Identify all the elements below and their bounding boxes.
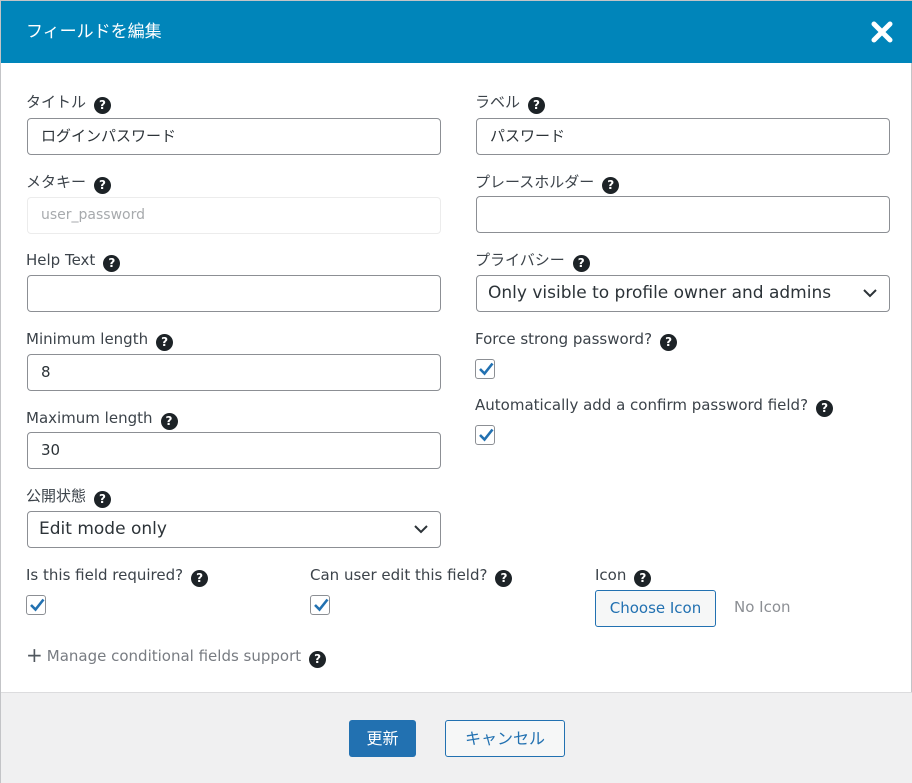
help-icon[interactable]: ? — [816, 400, 834, 417]
force-strong-checkbox[interactable] — [475, 359, 495, 379]
placeholder-label: プレースホルダー? — [475, 172, 620, 194]
required-label: Is this field required?? — [26, 565, 209, 587]
meta-key-input: user_password — [27, 197, 441, 234]
max-length-input[interactable]: 30 — [27, 432, 441, 469]
chevron-down-icon — [863, 289, 877, 298]
help-icon[interactable]: ? — [309, 651, 327, 668]
auto-confirm-checkbox[interactable] — [475, 425, 495, 445]
edit-field-modal: フィールドを編集 タイトル? ログインパスワード メタキー? user_pass… — [0, 0, 912, 783]
check-icon — [479, 428, 494, 442]
help-icon[interactable]: ? — [602, 177, 620, 194]
visibility-label-text: 公開状態 — [26, 487, 87, 505]
min-length-label: Minimum length? — [26, 329, 174, 351]
privacy-selected: Only visible to profile owner and admins — [488, 283, 832, 303]
visibility-select[interactable]: Edit mode only — [27, 511, 441, 548]
help-icon[interactable]: ? — [94, 97, 112, 114]
manage-conditional-link[interactable]: + Manage conditional fields support? — [26, 643, 327, 668]
title-label: タイトル? — [26, 92, 112, 114]
title-input[interactable]: ログインパスワード — [27, 118, 441, 155]
help-icon[interactable]: ? — [634, 570, 652, 587]
force-strong-label: Force strong password?? — [475, 329, 678, 351]
modal-header: フィールドを編集 — [1, 1, 912, 63]
label-label-text: ラベル — [475, 93, 521, 111]
modal-title: フィールドを編集 — [26, 22, 162, 42]
force-strong-label-text: Force strong password? — [475, 330, 653, 348]
help-icon[interactable]: ? — [94, 177, 112, 194]
help-text-input[interactable] — [27, 275, 441, 312]
check-icon — [479, 362, 494, 376]
plus-icon: + — [26, 643, 43, 667]
editable-label: Can user edit this field?? — [310, 565, 513, 587]
help-icon[interactable]: ? — [572, 255, 590, 272]
required-label-text: Is this field required? — [26, 566, 184, 584]
manage-conditional-text: Manage conditional fields support — [46, 647, 302, 665]
privacy-label-text: プライバシー — [475, 251, 565, 269]
editable-label-text: Can user edit this field? — [310, 566, 488, 584]
help-icon[interactable]: ? — [94, 491, 112, 508]
meta-key-label: メタキー? — [26, 172, 112, 194]
auto-confirm-label: Automatically add a confirm password fie… — [475, 395, 834, 417]
choose-icon-button[interactable]: Choose Icon — [595, 590, 716, 627]
min-length-label-text: Minimum length — [26, 330, 149, 348]
visibility-label: 公開状態? — [26, 486, 112, 508]
help-icon[interactable]: ? — [191, 570, 209, 587]
help-icon[interactable]: ? — [528, 97, 546, 114]
chevron-down-icon — [414, 525, 428, 534]
max-length-label-text: Maximum length — [26, 409, 153, 427]
help-icon[interactable]: ? — [495, 570, 513, 587]
privacy-label: プライバシー? — [475, 250, 590, 272]
icon-label: Icon? — [595, 565, 652, 587]
title-label-text: タイトル — [26, 93, 87, 111]
editable-checkbox[interactable] — [310, 595, 330, 615]
help-text-label: Help Text? — [26, 250, 121, 272]
visibility-selected: Edit mode only — [39, 519, 167, 539]
help-icon[interactable]: ? — [160, 413, 178, 430]
label-label: ラベル? — [475, 92, 546, 114]
auto-confirm-label-text: Automatically add a confirm password fie… — [475, 396, 809, 414]
current-icon-status: No Icon — [734, 598, 791, 616]
close-icon[interactable] — [869, 19, 895, 45]
placeholder-label-text: プレースホルダー — [475, 173, 595, 191]
min-length-input[interactable]: 8 — [27, 354, 441, 391]
help-icon[interactable]: ? — [156, 334, 174, 351]
label-input[interactable]: パスワード — [476, 118, 890, 155]
help-text-label-text: Help Text — [26, 251, 96, 269]
icon-label-text: Icon — [595, 566, 627, 584]
cancel-button[interactable]: キャンセル — [445, 720, 565, 757]
max-length-label: Maximum length? — [26, 408, 178, 430]
help-icon[interactable]: ? — [103, 255, 121, 272]
help-icon[interactable]: ? — [660, 334, 678, 351]
check-icon — [314, 598, 329, 612]
required-checkbox[interactable] — [26, 595, 46, 615]
privacy-select[interactable]: Only visible to profile owner and admins — [476, 275, 890, 312]
check-icon — [30, 598, 45, 612]
meta-key-label-text: メタキー — [26, 173, 87, 191]
placeholder-input[interactable] — [476, 196, 890, 233]
update-button[interactable]: 更新 — [349, 720, 416, 757]
